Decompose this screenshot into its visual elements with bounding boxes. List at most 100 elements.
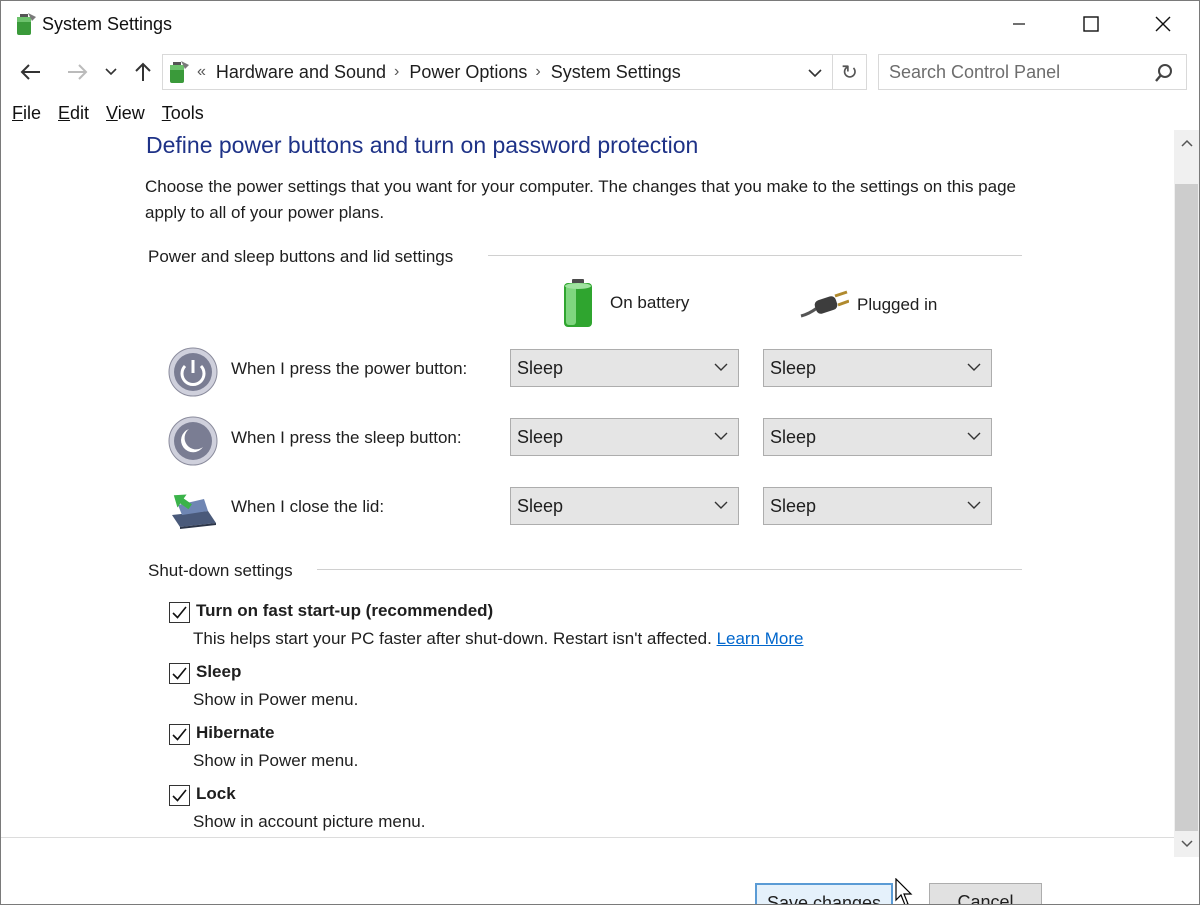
control-panel-icon (170, 61, 189, 83)
power-section-heading: Power and sleep buttons and lid settings (148, 247, 454, 266)
address-bar[interactable]: « Hardware and Sound › Power Options › S… (162, 54, 867, 90)
selected-value: Sleep (517, 357, 564, 378)
minimize-button[interactable] (983, 1, 1055, 47)
breadcrumb-power-options[interactable]: Power Options (409, 62, 527, 83)
maximize-button[interactable] (1055, 1, 1127, 47)
menu-file-label: ile (23, 103, 42, 123)
breadcrumb-separator-icon[interactable]: › (535, 63, 540, 81)
hibernate-checkbox[interactable] (169, 724, 190, 745)
checkmark-icon (172, 789, 187, 802)
sleep-button-battery-select[interactable]: Sleep (510, 418, 739, 456)
sleep-description: Show in Power menu. (193, 690, 359, 709)
search-icon (1155, 64, 1172, 82)
power-button-row: When I press the power button: Sleep Sle… (168, 347, 1008, 397)
checkmark-icon (172, 728, 187, 741)
chevron-up-icon (1180, 139, 1193, 147)
fast-startup-checkbox[interactable] (169, 602, 190, 623)
chevron-down-icon (714, 432, 728, 440)
menu-view[interactable]: View (106, 103, 145, 129)
lock-description: Show in account picture menu. (193, 812, 426, 831)
mouse-cursor-icon (895, 878, 913, 904)
power-button-plugged-select[interactable]: Sleep (763, 349, 992, 387)
sleep-label[interactable]: Sleep (196, 662, 241, 682)
sleep-checkbox[interactable] (169, 663, 190, 684)
sleep-button-row: When I press the sleep button: Sleep Sle… (168, 416, 1008, 466)
close-lid-battery-select[interactable]: Sleep (510, 487, 739, 525)
close-lid-row: When I close the lid: Sleep Sleep (168, 485, 1008, 535)
menu-tools-accesskey: T (161, 103, 171, 123)
chevron-down-icon (967, 363, 981, 371)
menu-edit-accesskey: E (58, 103, 71, 123)
breadcrumb-system-settings[interactable]: System Settings (551, 62, 681, 83)
navigation-bar: « Hardware and Sound › Power Options › S… (1, 51, 1199, 93)
minimize-icon (1013, 23, 1025, 25)
cancel-button[interactable]: Cancel (929, 883, 1042, 904)
hibernate-label[interactable]: Hibernate (196, 723, 274, 743)
fast-startup-desc-text: This helps start your PC faster after sh… (193, 629, 712, 648)
vertical-scrollbar[interactable] (1174, 130, 1199, 857)
up-button[interactable] (128, 59, 158, 85)
save-changes-button[interactable]: Save changes (755, 883, 893, 904)
forward-button[interactable] (62, 59, 92, 85)
search-box[interactable] (878, 54, 1187, 90)
breadcrumb-separator-icon[interactable]: › (394, 63, 399, 81)
close-button[interactable] (1127, 1, 1199, 47)
footer-divider (1, 837, 1174, 838)
checkmark-icon (172, 667, 187, 680)
menu-edit-label: dit (70, 103, 90, 123)
chevron-down-icon (1180, 840, 1193, 848)
power-options-app-icon (17, 13, 36, 35)
breadcrumb-overflow-icon[interactable]: « (197, 63, 206, 81)
scroll-up-button[interactable] (1174, 130, 1199, 156)
menu-tools-label: ools (170, 103, 204, 123)
close-lid-plugged-select[interactable]: Sleep (763, 487, 992, 525)
forward-arrow-icon (68, 64, 88, 80)
lock-checkbox[interactable] (169, 785, 190, 806)
laptop-lid-icon (172, 494, 216, 529)
selected-value: Sleep (517, 495, 564, 516)
scroll-thumb[interactable] (1175, 184, 1198, 831)
recent-locations-button[interactable] (99, 59, 123, 85)
refresh-icon: ↻ (841, 61, 858, 84)
menu-view-accesskey: V (106, 103, 118, 123)
title-bar: System Settings (1, 1, 1199, 47)
column-plugged-in: Plugged in (799, 290, 937, 320)
lock-label[interactable]: Lock (196, 784, 236, 804)
shutdown-section-heading: Shut-down settings (148, 561, 293, 580)
column-on-battery: On battery (561, 278, 689, 328)
menu-tools[interactable]: Tools (162, 103, 204, 129)
power-button-icon (168, 347, 218, 397)
refresh-button[interactable]: ↻ (832, 55, 866, 89)
address-history-dropdown[interactable] (804, 63, 826, 83)
chevron-down-icon (967, 501, 981, 509)
control-panel-window: System Settings « Hardware and Sound › P… (0, 0, 1200, 905)
back-arrow-icon (20, 64, 40, 80)
fast-startup-label[interactable]: Turn on fast start-up (recommended) (196, 601, 493, 621)
back-button[interactable] (16, 59, 46, 85)
power-button-label: When I press the power button: (231, 359, 468, 378)
fast-startup-description: This helps start your PC faster after sh… (193, 629, 804, 649)
on-battery-label: On battery (610, 293, 690, 312)
content-pane: Define power buttons and turn on passwor… (1, 130, 1174, 837)
power-button-battery-select[interactable]: Sleep (510, 349, 739, 387)
power-plug-icon (800, 290, 849, 318)
window-title: System Settings (42, 13, 173, 34)
checkmark-icon (172, 606, 187, 619)
page-title: Define power buttons and turn on passwor… (146, 132, 699, 158)
learn-more-link[interactable]: Learn More (717, 629, 804, 648)
sleep-button-plugged-select[interactable]: Sleep (763, 418, 992, 456)
scroll-down-button[interactable] (1174, 831, 1199, 857)
breadcrumb-hardware-and-sound[interactable]: Hardware and Sound (216, 62, 386, 83)
maximize-icon (1083, 16, 1099, 32)
search-input[interactable] (889, 61, 1149, 83)
selected-value: Sleep (770, 495, 817, 516)
sleep-button-icon (168, 416, 218, 466)
menu-file[interactable]: File (12, 103, 41, 129)
close-lid-label: When I close the lid: (231, 497, 385, 516)
menu-file-accesskey: F (12, 103, 23, 123)
section-divider (317, 569, 1022, 570)
menu-edit[interactable]: Edit (58, 103, 89, 129)
battery-icon (564, 279, 592, 327)
sleep-button-label: When I press the sleep button: (231, 428, 462, 447)
selected-value: Sleep (770, 357, 817, 378)
